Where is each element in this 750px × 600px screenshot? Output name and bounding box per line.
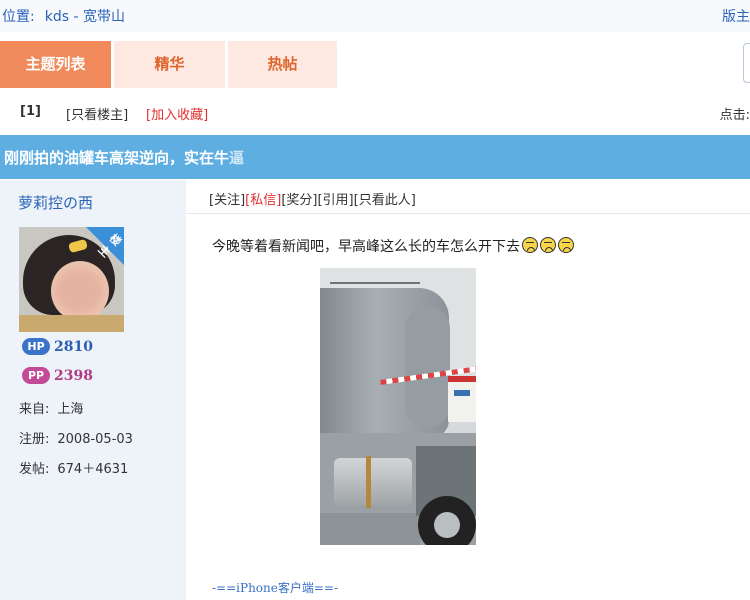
emoticon-icon [522, 237, 538, 253]
thread-title: 刚刚拍的油罐车高架逆向，实在牛逼 [4, 147, 244, 168]
photo-building [448, 376, 476, 422]
follow-link[interactable]: [关注] [209, 193, 245, 208]
photo-tank-end [405, 306, 450, 428]
pp-stat: PP 2398 [22, 367, 93, 384]
only-this-user-link[interactable]: [只看此人] [354, 193, 416, 208]
register-label: 注册: [19, 432, 50, 447]
thread-toolbar: [1] [只看楼主] [加入收藏] 点击: [0, 94, 750, 130]
breadcrumb: 位置: kds - 宽带山 版主 [0, 0, 750, 32]
thread-title-text: 刚刚拍的油罐车高架逆向，实在牛 [4, 149, 230, 167]
photo-fuel-strap [366, 456, 371, 508]
breadcrumb-label: 位置: [2, 9, 35, 25]
hp-stat: HP 2810 [22, 338, 93, 355]
tab-featured[interactable]: 精华 [114, 41, 225, 88]
avatar-blur [55, 269, 103, 313]
register-value: 2008-05-03 [57, 432, 133, 447]
post-photo[interactable] [320, 268, 476, 545]
tab-hot[interactable]: 热帖 [228, 41, 337, 88]
thread-title-bar: 刚刚拍的油罐车高架逆向，实在牛逼 [0, 135, 750, 179]
post-text: 今晚等着看新闻吧，早高峰这么长的车怎么开下去 [212, 239, 520, 255]
pp-pill-icon: PP [22, 367, 50, 384]
post-divider [186, 213, 750, 214]
author-register-date: 注册: 2008-05-03 [19, 428, 133, 447]
author-post-count: 发帖: 674＋4631 [19, 458, 128, 477]
breadcrumb-location: 位置: kds - 宽带山 [2, 6, 135, 26]
only-op-link[interactable]: [只看楼主] [66, 104, 128, 123]
post-client-signature: -==iPhone客户端==- [212, 581, 339, 595]
emoticon-icon [540, 237, 556, 253]
page-number-link[interactable]: [1] [20, 104, 41, 119]
location-label: 来自: [19, 402, 50, 417]
breadcrumb-board-link[interactable]: kds - 宽带山 [45, 9, 125, 25]
hp-value: 2810 [54, 339, 93, 355]
post-body-text: 今晚等着看新闻吧，早高峰这么长的车怎么开下去 [212, 236, 574, 256]
add-favorite-link[interactable]: [加入收藏] [146, 104, 208, 123]
posts-value: 674＋4631 [57, 462, 129, 477]
thread-title-faded: 逼 [229, 149, 245, 167]
author-name[interactable]: 萝莉控の西 [18, 192, 93, 213]
avatar-shirt [19, 315, 124, 332]
board-tabs: 主题列表 精华 热帖 [0, 41, 750, 88]
quote-link[interactable]: [引用] [317, 193, 353, 208]
private-message-link[interactable]: [私信] [245, 193, 281, 208]
post-action-bar: [关注][私信][奖分][引用][只看此人] [209, 189, 416, 208]
author-panel: 萝莉控の西 楼主 HP 2810 PP 2398 来自: 上海 注册: 2008-05-… [0, 180, 186, 600]
emoticon-icon [558, 237, 574, 253]
photo-building-sign [454, 390, 470, 396]
search-box-edge[interactable] [743, 43, 750, 83]
tab-topic-list[interactable]: 主题列表 [0, 41, 111, 88]
moderator-link[interactable]: 版主 [722, 6, 750, 26]
reward-link[interactable]: [奖分] [281, 193, 317, 208]
pp-value: 2398 [54, 368, 93, 384]
photo-wheel-hub [434, 512, 460, 538]
photo-tank-rail [330, 282, 420, 294]
photo-road [320, 513, 420, 545]
clicks-label: 点击: [719, 108, 750, 123]
avatar[interactable]: 楼主 [19, 227, 124, 332]
hp-pill-icon: HP [22, 338, 50, 355]
photo-fuel-tank [334, 458, 412, 506]
author-location: 来自: 上海 [19, 398, 83, 417]
posts-label: 发帖: [19, 462, 50, 477]
location-value: 上海 [57, 402, 84, 417]
